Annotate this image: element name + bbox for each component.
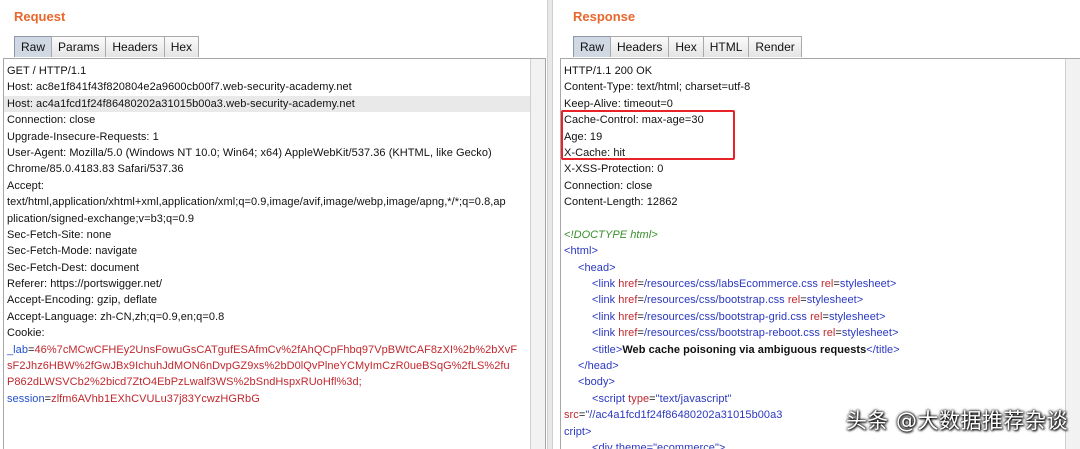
request-editor[interactable]: GET / HTTP/1.1 Host: ac8e1f841f43f820804… <box>3 58 546 449</box>
request-pane: Request Raw Params Headers Hex GET / HTT… <box>0 0 547 449</box>
response-header-line: Content-Type: text/html; charset=utf-8 <box>564 81 751 94</box>
cookie-lab-name: _lab <box>7 343 28 356</box>
response-scrollbar[interactable] <box>1065 59 1080 449</box>
request-line: Accept-Encoding: gzip, deflate <box>7 294 158 307</box>
link-rel: stylesheet <box>828 310 879 323</box>
cookie-lab-value: 46%7cMCwCFHEy2UnsFowuGsCATgufESAfmCv%2fA… <box>34 343 518 356</box>
link-tag: <link href=/resources/css/labsEcommerce.… <box>592 278 897 291</box>
response-lines: HTTP/1.1 200 OK Content-Type: text/html;… <box>564 63 1064 449</box>
response-header-line: HTTP/1.1 200 OK <box>564 65 653 77</box>
head-open-tag: <head> <box>578 261 616 274</box>
request-line: Accept-Language: zh-CN,zh;q=0.9,en;q=0.8 <box>7 310 225 323</box>
response-header-x-cache: X-Cache: hit <box>564 146 626 159</box>
response-tabs: Raw Headers Hex HTML Render <box>573 36 802 58</box>
link-href: /resources/css/bootstrap.css <box>643 294 785 307</box>
response-tab-raw[interactable]: Raw <box>573 36 612 57</box>
link-tag: <link href=/resources/css/bootstrap-grid… <box>592 310 886 323</box>
response-header-line: Content-Length: 12862 <box>564 196 678 209</box>
cookie-session-name: session <box>7 392 45 405</box>
link-rel: stylesheet <box>841 327 892 340</box>
link-tag: <link href=/resources/css/bootstrap.css … <box>592 294 864 307</box>
html-open-tag: <html> <box>564 245 598 258</box>
html-doctype: <!DOCTYPE html> <box>564 228 658 241</box>
response-header-cache-control: Cache-Control: max-age=30 <box>564 114 704 127</box>
response-header-line: Keep-Alive: timeout=0 <box>564 97 673 110</box>
response-header-age: Age: 19 <box>564 130 603 143</box>
cookie-session-line: session=zlfm6AVhb1EXhCVULu37j83YcwzHGRbG <box>7 392 260 405</box>
cookie-lab-value-cont: P862dLWSVCb2%2bicd7ZtO4EbPzLwalf3WS%2bSn… <box>7 376 362 389</box>
response-header-line: Connection: close <box>564 179 653 192</box>
request-line: Upgrade-Insecure-Requests: 1 <box>7 130 159 143</box>
link-href: /resources/css/bootstrap-reboot.css <box>643 327 820 340</box>
request-line: Chrome/85.0.4183.83 Safari/537.36 <box>7 163 184 176</box>
request-line: Connection: close <box>7 114 96 127</box>
request-line-selected: Host: ac4a1fcd1f24f86480202a31015b00a3.w… <box>4 95 531 113</box>
request-line: Sec-Fetch-Dest: document <box>7 261 140 274</box>
request-scrollbar[interactable] <box>530 59 545 449</box>
response-tab-html[interactable]: HTML <box>702 36 750 57</box>
link-href: /resources/css/bootstrap-grid.css <box>643 310 807 323</box>
request-line: User-Agent: Mozilla/5.0 (Windows NT 10.0… <box>7 146 492 159</box>
link-rel: stylesheet <box>839 278 890 291</box>
request-tab-headers[interactable]: Headers <box>105 36 165 57</box>
body-open-tag: <body> <box>578 376 616 389</box>
request-lines: GET / HTTP/1.1 Host: ac8e1f841f43f820804… <box>4 63 531 407</box>
script-type: text/javascript <box>659 392 728 405</box>
request-line: Cookie: <box>7 327 45 340</box>
request-line: text/html,application/xhtml+xml,applicat… <box>7 196 506 209</box>
response-title: Response <box>573 9 636 24</box>
response-editor[interactable]: HTTP/1.1 200 OK Content-Type: text/html;… <box>560 58 1080 449</box>
link-tag: <link href=/resources/css/bootstrap-rebo… <box>592 327 899 340</box>
head-close-tag: </head> <box>578 360 619 373</box>
request-line: Referer: https://portswigger.net/ <box>7 278 163 291</box>
link-href: /resources/css/labsEcommerce.css <box>643 278 818 291</box>
div-theme-tag: <div theme="ecommerce"> <box>592 441 726 449</box>
script-src: "//ac4a1fcd1f24f86480202a31015b00a3 <box>585 409 783 422</box>
cookie-lab-value-cont: sF2Jhz6HBW%2fGwJBx9IchuhJdMON6nDvpGZ9xs%… <box>7 360 510 373</box>
script-tag: <script type="text/javascript" <box>592 392 732 405</box>
request-tab-hex[interactable]: Hex <box>163 36 200 57</box>
request-line: GET / HTTP/1.1 <box>7 65 87 77</box>
request-line: plication/signed-exchange;v=b3;q=0.9 <box>7 212 195 225</box>
response-tab-hex[interactable]: Hex <box>668 36 704 57</box>
request-line: Sec-Fetch-Site: none <box>7 228 112 241</box>
page-title-text: Web cache poisoning via ambiguous reques… <box>622 343 867 356</box>
script-src-line: src="//ac4a1fcd1f24f86480202a31015b00a3 <box>564 409 783 422</box>
link-rel: stylesheet <box>806 294 857 307</box>
request-tabs: Raw Params Headers Hex <box>14 36 200 58</box>
script-close-tail: cript> <box>564 425 592 438</box>
response-tab-render[interactable]: Render <box>748 36 802 57</box>
response-pane: Response Raw Headers Hex HTML Render HTT… <box>553 0 1080 449</box>
response-tab-headers[interactable]: Headers <box>610 36 670 57</box>
request-tab-params[interactable]: Params <box>51 36 107 57</box>
cookie-lab-line: _lab=46%7cMCwCFHEy2UnsFowuGsCATgufESAfmC… <box>7 343 518 356</box>
request-line: Sec-Fetch-Mode: navigate <box>7 245 138 258</box>
request-tab-raw[interactable]: Raw <box>14 36 53 57</box>
request-line: Accept: <box>7 179 45 192</box>
cookie-session-value: zlfm6AVhb1EXhCVULu37j83YcwzHGRbG <box>51 392 260 405</box>
title-tag: <title>Web cache poisoning via ambiguous… <box>592 343 900 356</box>
request-line: Host: ac8e1f841f43f820804e2a9600cb00f7.w… <box>7 81 352 94</box>
request-title: Request <box>14 9 66 24</box>
response-header-line: X-XSS-Protection: 0 <box>564 163 664 176</box>
